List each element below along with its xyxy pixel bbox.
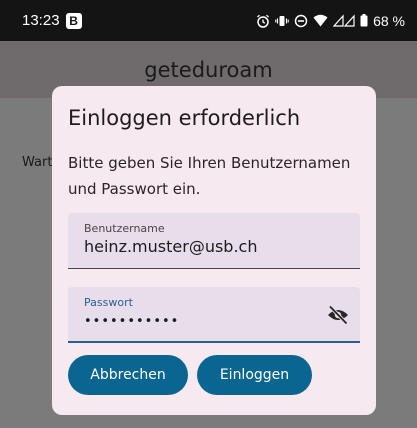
- status-icons: 68 %: [256, 13, 405, 29]
- username-label: Benutzername: [84, 222, 165, 235]
- status-left: 13:23 B: [22, 12, 82, 29]
- wait-text: Wart: [22, 155, 53, 170]
- username-input[interactable]: [84, 237, 334, 256]
- signal-icon: [333, 14, 355, 27]
- login-dialog: Einloggen erforderlich Bitte geben Sie I…: [52, 86, 376, 415]
- password-input[interactable]: •••••••••••: [84, 314, 334, 329]
- visibility-off-icon[interactable]: [326, 304, 350, 326]
- alarm-icon: [256, 14, 270, 28]
- dialog-title: Einloggen erforderlich: [68, 106, 301, 130]
- dialog-message: Bitte geben Sie Ihren Benutzernamen und …: [68, 154, 351, 198]
- username-field[interactable]: Benutzername: [68, 213, 360, 269]
- cancel-button[interactable]: Abbrechen: [68, 355, 188, 395]
- login-button[interactable]: Einloggen: [197, 355, 312, 395]
- vibrate-icon: [275, 14, 289, 28]
- status-bar: 13:23 B 68 %: [0, 0, 417, 41]
- do-not-disturb-icon: [294, 14, 308, 28]
- wifi-icon: [313, 14, 328, 27]
- password-label: Passwort: [84, 296, 133, 309]
- battery-percent: 68 %: [373, 12, 405, 29]
- password-field[interactable]: Passwort •••••••••••: [68, 287, 360, 343]
- status-time: 13:23: [22, 12, 60, 29]
- battery-icon: [360, 14, 368, 27]
- notification-badge: B: [65, 12, 82, 29]
